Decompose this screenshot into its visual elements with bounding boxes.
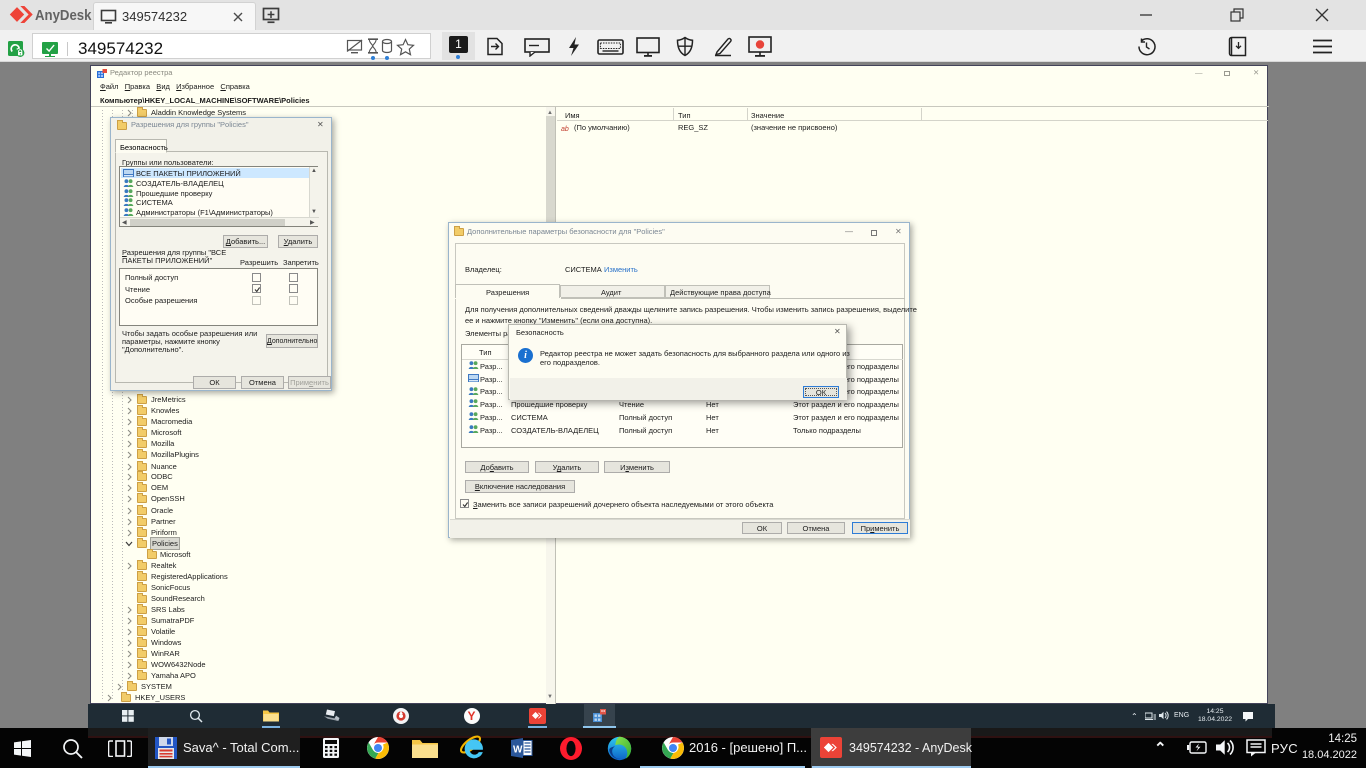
svg-text:W: W [513,745,523,756]
svg-text:ab: ab [561,126,569,132]
